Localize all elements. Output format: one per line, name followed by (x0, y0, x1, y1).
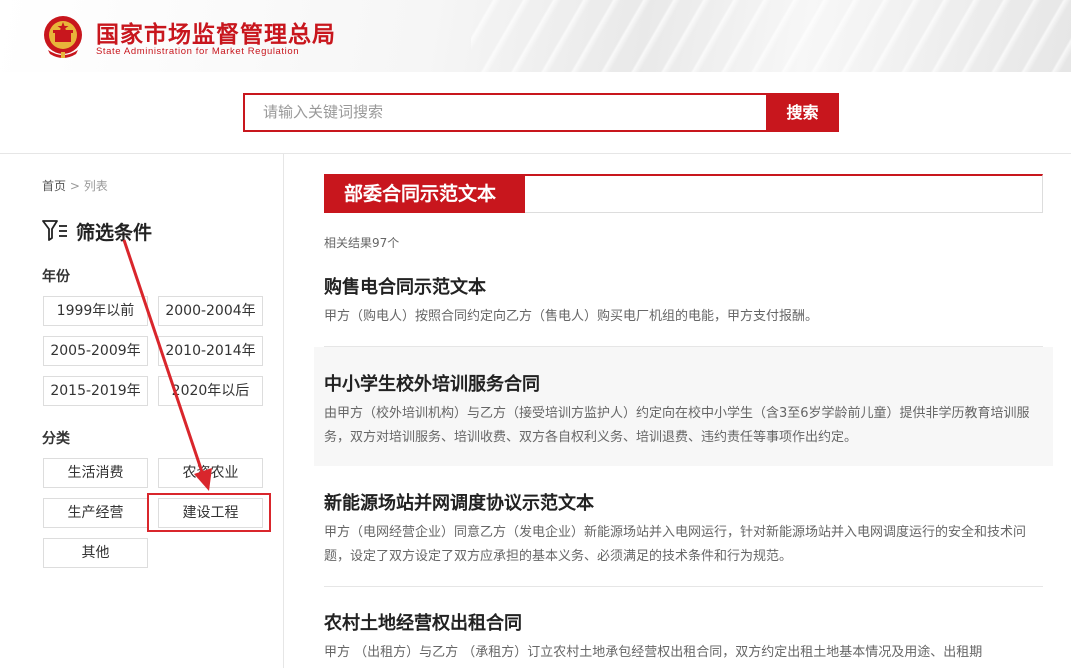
category-option-other[interactable]: 其他 (43, 538, 148, 568)
list-item-title[interactable]: 购售电合同示范文本 (324, 273, 1043, 299)
year-option-1999[interactable]: 1999年以前 (43, 296, 148, 326)
list-item[interactable]: 中小学生校外培训服务合同 由甲方（校外培训机构）与乙方（接受培训方监护人）约定向… (314, 347, 1053, 466)
breadcrumb-home-link[interactable]: 首页 (42, 179, 66, 193)
national-emblem-icon[interactable] (42, 14, 84, 60)
site-header: 国家市场监督管理总局 State Administration for Mark… (0, 0, 1071, 72)
list-item-desc: 甲方（电网经营企业）同意乙方（发电企业）新能源场站并入电网运行，针对新能源场站并… (324, 525, 1027, 564)
list-item-desc: 甲方（购电人）按照合同约定向乙方（售电人）购买电厂机组的电能，甲方支付报酬。 (324, 309, 819, 324)
header-background-pattern (471, 0, 1071, 72)
result-count: 相关结果97个 (324, 236, 400, 250)
search-button[interactable]: 搜索 (766, 93, 839, 132)
breadcrumb-current: 列表 (83, 179, 108, 193)
breadcrumb: 首页 > 列表 (42, 177, 108, 194)
list-item[interactable]: 新能源场站并网调度协议示范文本 甲方（电网经营企业）同意乙方（发电企业）新能源场… (314, 489, 1053, 579)
year-option-2005-2009[interactable]: 2005-2009年 (43, 336, 148, 366)
category-option-consumer[interactable]: 生活消费 (43, 458, 148, 488)
year-group-title: 年份 (42, 269, 70, 285)
list-separator (324, 586, 1043, 587)
category-group-title: 分类 (42, 431, 70, 447)
list-item-title[interactable]: 农村土地经营权出租合同 (324, 609, 1043, 635)
list-item-desc: 由甲方（校外培训机构）与乙方（接受培训方监护人）约定向在校中小学生（含3至6岁学… (324, 406, 1030, 445)
year-option-2010-2014[interactable]: 2010-2014年 (158, 336, 263, 366)
header-divider (0, 153, 1071, 154)
category-option-agriculture[interactable]: 农资农业 (158, 458, 263, 488)
site-logo-title[interactable]: 国家市场监督管理总局 (96, 15, 336, 49)
list-item-title[interactable]: 中小学生校外培训服务合同 (324, 370, 1043, 396)
year-option-2020[interactable]: 2020年以后 (158, 376, 263, 406)
filter-icon (42, 220, 67, 241)
list-item-desc: 甲方 （出租方）与乙方 （承租方）订立农村土地承包经营权出租合同，双方约定出租土… (324, 645, 983, 660)
list-item[interactable]: 购售电合同示范文本 甲方（购电人）按照合同约定向乙方（售电人）购买电厂机组的电能… (314, 273, 1053, 333)
filter-title: 筛选条件 (76, 222, 153, 244)
year-option-2015-2019[interactable]: 2015-2019年 (43, 376, 148, 406)
category-tab[interactable]: 部委合同示范文本 (324, 174, 525, 213)
search-input[interactable]: 请输入关键词搜索 (243, 93, 766, 132)
year-option-2000-2004[interactable]: 2000-2004年 (158, 296, 263, 326)
site-logo-subtitle: State Administration for Market Regulati… (96, 46, 300, 57)
category-option-production[interactable]: 生产经营 (43, 498, 148, 528)
annotation-highlight-box (147, 493, 271, 532)
sidebar-divider (283, 153, 284, 668)
list-item[interactable]: 农村土地经营权出租合同 甲方 （出租方）与乙方 （承租方）订立农村土地承包经营权… (314, 609, 1053, 668)
list-item-title[interactable]: 新能源场站并网调度协议示范文本 (324, 489, 1043, 515)
breadcrumb-separator: > (69, 179, 80, 193)
